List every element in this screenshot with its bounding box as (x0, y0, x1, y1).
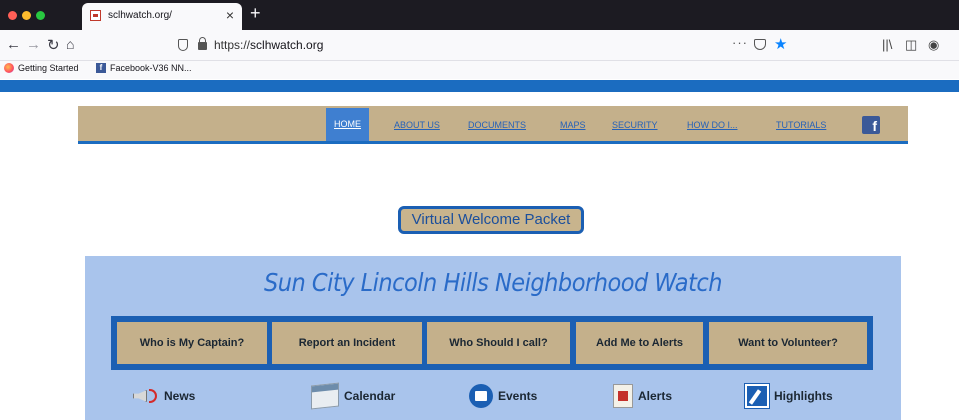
menu-home[interactable]: HOME (326, 108, 369, 141)
menu-documents[interactable]: DOCUMENTS (468, 120, 526, 130)
quick-links-bar: Who is My Captain? Report an Incident Wh… (111, 316, 873, 370)
menu-tutorials[interactable]: TUTORIALS (776, 120, 826, 130)
menu-about-us[interactable]: ABOUT US (394, 120, 440, 130)
calendar-icon (311, 382, 339, 410)
pocket-icon[interactable] (754, 39, 766, 50)
site-headline: Sun City Lincoln Hills Neighborhood Watc… (263, 268, 723, 297)
new-tab-button[interactable]: + (250, 3, 261, 24)
tracking-shield-icon[interactable] (178, 39, 188, 51)
alert-icon (613, 384, 633, 408)
alerts-link[interactable]: Alerts (613, 384, 672, 408)
facebook-icon[interactable]: f (862, 116, 880, 134)
site-menu: HOME ABOUT US DOCUMENTS MAPS SECURITY HO… (78, 106, 908, 144)
highlights-link[interactable]: Highlights (745, 384, 833, 408)
add-me-to-alerts-button[interactable]: Add Me to Alerts (576, 322, 703, 364)
address-bar[interactable]: https://sclhwatch.org ··· ★ (170, 34, 810, 57)
hero-panel: Sun City Lincoln Hills Neighborhood Watc… (85, 256, 901, 420)
browser-titlebar: sclhwatch.org/ × + (0, 0, 959, 30)
library-icon[interactable]: ||\ (882, 37, 892, 52)
site-favicon-icon (90, 10, 101, 21)
who-is-my-captain-button[interactable]: Who is My Captain? (117, 322, 267, 364)
close-window-icon[interactable] (8, 11, 17, 20)
bookmark-label: Facebook-V36 NN... (110, 63, 192, 73)
home-icon[interactable]: ⌂ (66, 36, 74, 52)
maximize-window-icon[interactable] (36, 11, 45, 20)
megaphone-icon (131, 384, 159, 408)
url-text[interactable]: https://sclhwatch.org (214, 38, 323, 52)
bookmark-facebook[interactable]: f Facebook-V36 NN... (96, 63, 192, 73)
bookmarks-toolbar: Getting Started f Facebook-V36 NN... (0, 61, 959, 79)
page-actions-icon[interactable]: ··· (732, 35, 748, 50)
reload-icon[interactable]: ↻ (47, 36, 60, 54)
events-link[interactable]: Events (469, 384, 537, 408)
highlighter-icon (745, 384, 769, 408)
want-to-volunteer-button[interactable]: Want to Volunteer? (709, 322, 867, 364)
firefox-icon (4, 63, 14, 73)
sidebar-icon[interactable]: ◫ (905, 37, 917, 53)
tab-close-icon[interactable]: × (226, 7, 234, 23)
url-host: sclhwatch.org (250, 38, 324, 52)
bookmark-star-icon[interactable]: ★ (774, 35, 787, 53)
who-should-i-call-button[interactable]: Who Should I call? (427, 322, 570, 364)
events-icon (469, 384, 493, 408)
welcome-packet-button[interactable]: Virtual Welcome Packet (398, 206, 584, 234)
menu-security[interactable]: SECURITY (612, 120, 658, 130)
navigation-toolbar: ← → ↻ ⌂ https://sclhwatch.org ··· ★ ||\ … (0, 30, 959, 61)
account-icon[interactable]: ◉ (928, 37, 939, 53)
news-link[interactable]: News (131, 384, 195, 408)
minimize-window-icon[interactable] (22, 11, 31, 20)
menu-maps[interactable]: MAPS (560, 120, 586, 130)
shortcut-label: Calendar (344, 389, 396, 403)
report-incident-button[interactable]: Report an Incident (272, 322, 422, 364)
forward-icon[interactable]: → (26, 36, 41, 53)
active-tab[interactable]: sclhwatch.org/ × (82, 3, 242, 30)
tab-title: sclhwatch.org/ (108, 10, 172, 21)
facebook-icon: f (96, 63, 106, 73)
bookmark-getting-started[interactable]: Getting Started (4, 63, 79, 73)
url-scheme: https:// (214, 38, 251, 52)
menu-how-do-i[interactable]: HOW DO I... (687, 120, 738, 130)
back-icon[interactable]: ← (6, 36, 21, 53)
bookmark-label: Getting Started (18, 63, 79, 73)
lock-icon[interactable] (198, 37, 207, 50)
shortcut-label: Alerts (638, 389, 673, 403)
calendar-link[interactable]: Calendar (311, 382, 396, 410)
shortcut-label: Highlights (774, 389, 833, 403)
shortcut-label: News (164, 389, 196, 403)
shortcut-label: Events (498, 389, 538, 403)
header-stripe (0, 80, 959, 92)
